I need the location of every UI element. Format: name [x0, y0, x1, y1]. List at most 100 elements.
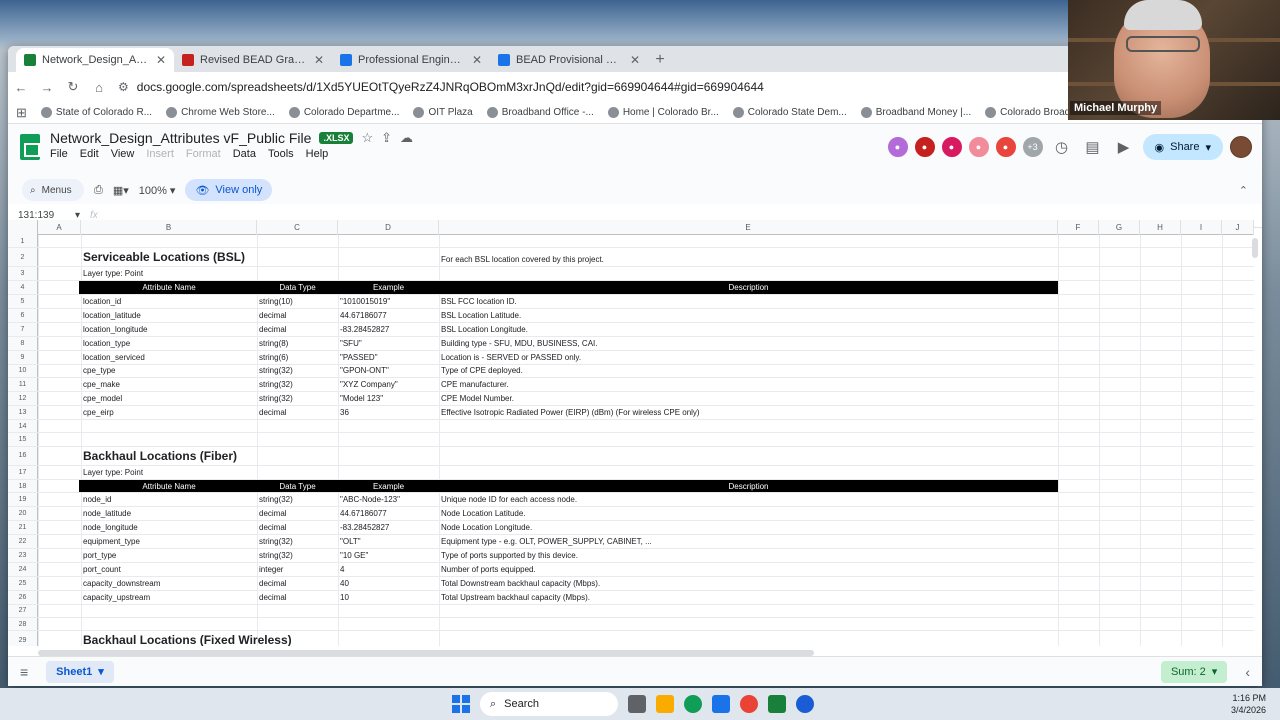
cell-e[interactable]: Number of ports equipped.	[439, 563, 1058, 576]
cell-e[interactable]: Type of CPE deployed.	[439, 365, 1058, 378]
cell-d[interactable]: 4	[338, 563, 439, 576]
column-header-h[interactable]: H	[1140, 220, 1181, 235]
row-number[interactable]: 2	[8, 248, 38, 267]
bookmark-item[interactable]: OIT Plaza	[413, 107, 473, 118]
cell-b[interactable]: node_longitude	[81, 521, 257, 534]
cell-b[interactable]: location_longitude	[81, 323, 257, 336]
cell-c[interactable]: decimal	[257, 406, 338, 419]
cell-c[interactable]: decimal	[257, 521, 338, 534]
row-number[interactable]: 21	[8, 521, 38, 535]
cell-c[interactable]: string(32)	[257, 493, 338, 506]
cell-b[interactable]: Layer type: Point	[81, 466, 257, 479]
cell-c[interactable]: integer	[257, 563, 338, 576]
row-number[interactable]: 14	[8, 420, 38, 433]
close-icon[interactable]: ✕	[630, 53, 640, 67]
cell-b[interactable]: Backhaul Locations (Fixed Wireless)	[81, 631, 292, 646]
menu-item-help[interactable]: Help	[306, 148, 329, 160]
new-tab-icon[interactable]: +	[648, 48, 672, 72]
close-icon[interactable]: ✕	[472, 53, 482, 67]
cell-d[interactable]: "PASSED"	[338, 351, 439, 364]
row-number[interactable]: 3	[8, 267, 38, 281]
star-icon[interactable]: ☆	[361, 130, 373, 146]
column-header-e[interactable]: E	[439, 220, 1058, 235]
apps-grid-icon[interactable]: ⊞	[16, 105, 27, 121]
cell-b[interactable]: location_serviced	[81, 351, 257, 364]
windows-start-icon[interactable]	[452, 695, 470, 713]
chevron-down-icon[interactable]: ▾	[98, 665, 104, 678]
collaborator-avatar[interactable]: ●	[914, 137, 935, 157]
column-header-j[interactable]: J	[1222, 220, 1254, 235]
address-input[interactable]: ⚙ docs.google.com/spreadsheets/d/1Xd5YUE…	[118, 75, 1230, 99]
document-title[interactable]: Network_Design_Attributes vF_Public File	[50, 130, 311, 146]
menu-item-tools[interactable]: Tools	[268, 148, 294, 160]
explore-panel-icon[interactable]: ‹	[1245, 664, 1250, 680]
collaborator-avatar[interactable]: ●	[995, 137, 1016, 157]
cell-e[interactable]: Effective Isotropic Radiated Power (EIRP…	[439, 406, 1058, 419]
cell-d[interactable]: "GPON-ONT"	[338, 365, 439, 378]
menu-item-data[interactable]: Data	[233, 148, 256, 160]
bookmark-item[interactable]: Colorado Departme...	[288, 107, 399, 118]
cell-e[interactable]: BSL Location Longitude.	[439, 323, 1058, 336]
cell-e[interactable]: Building type - SFU, MDU, BUSINESS, CAI.	[439, 337, 1058, 350]
row-number[interactable]: 16	[8, 446, 38, 465]
chevron-down-icon[interactable]: ▾	[1205, 141, 1211, 154]
paint-format-icon[interactable]: ▦▾	[113, 184, 129, 197]
browser-tab[interactable]: Network_Design_Attributes vF ✕	[16, 48, 174, 72]
cell-c[interactable]: string(6)	[257, 351, 338, 364]
column-header-b[interactable]: B	[81, 220, 257, 235]
cell-c[interactable]: decimal	[257, 507, 338, 520]
cell-c[interactable]: string(32)	[257, 549, 338, 562]
back-icon[interactable]: ←	[14, 80, 28, 95]
bookmark-item[interactable]: Home | Colorado Br...	[607, 107, 719, 118]
system-clock[interactable]: 1:16 PM 3/4/2026	[1231, 692, 1266, 716]
row-number[interactable]: 8	[8, 336, 38, 350]
close-icon[interactable]: ✕	[314, 53, 324, 67]
row-number[interactable]: 15	[8, 433, 38, 446]
site-info-icon[interactable]: ⚙	[118, 80, 129, 94]
menu-item-edit[interactable]: Edit	[80, 148, 99, 160]
cell-b[interactable]: port_count	[81, 563, 257, 576]
version-history-icon[interactable]: ◷	[1050, 138, 1074, 156]
browser-tab[interactable]: BEAD Provisional Grantee Onb ✕	[490, 48, 648, 72]
cell-b[interactable]: Layer type: Point	[81, 267, 257, 280]
bookmark-item[interactable]: Broadband Money |...	[860, 107, 971, 118]
menu-item-file[interactable]: File	[50, 148, 68, 160]
cell-d[interactable]: "1010015019"	[338, 295, 439, 308]
cell-b[interactable]: cpe_eirp	[81, 406, 257, 419]
row-number[interactable]: 20	[8, 507, 38, 521]
cell-e[interactable]: For each BSL location covered by this pr…	[439, 248, 1058, 266]
task-view-icon[interactable]	[628, 695, 646, 713]
column-header-i[interactable]: I	[1181, 220, 1222, 235]
collapse-menus-icon[interactable]: ⌃	[1239, 184, 1248, 197]
cell-e[interactable]: Node Location Longitude.	[439, 521, 1058, 534]
excel-icon[interactable]	[768, 695, 786, 713]
cell-d[interactable]: 44.67186077	[338, 507, 439, 520]
row-number[interactable]: 29	[8, 631, 38, 646]
taskbar-search[interactable]: ⌕ Search	[480, 692, 618, 716]
row-number[interactable]: 11	[8, 378, 38, 392]
cell-c[interactable]: decimal	[257, 309, 338, 322]
cell-e[interactable]: CPE manufacturer.	[439, 378, 1058, 391]
cell-d[interactable]: "XYZ Company"	[338, 378, 439, 391]
cell-e[interactable]: Node Location Latitude.	[439, 507, 1058, 520]
row-number[interactable]: 25	[8, 576, 38, 590]
cell-d[interactable]: 44.67186077	[338, 309, 439, 322]
home-icon[interactable]: ⌂	[92, 80, 106, 95]
cell-d[interactable]: 36	[338, 406, 439, 419]
row-number[interactable]: 7	[8, 322, 38, 336]
row-number[interactable]: 5	[8, 295, 38, 308]
row-number[interactable]: 18	[8, 479, 38, 493]
account-avatar[interactable]	[1230, 136, 1252, 158]
row-number[interactable]: 1	[8, 235, 38, 248]
cell-b[interactable]: node_latitude	[81, 507, 257, 520]
cell-c[interactable]: decimal	[257, 591, 338, 604]
cell-d[interactable]: "OLT"	[338, 535, 439, 548]
row-number[interactable]: 24	[8, 562, 38, 576]
sheets-logo-icon[interactable]	[20, 134, 40, 160]
cell-b[interactable]: cpe_make	[81, 378, 257, 391]
column-header-f[interactable]: F	[1058, 220, 1099, 235]
browser-tab[interactable]: Professional Engineer Certificat ✕	[332, 48, 490, 72]
menu-item-view[interactable]: View	[111, 148, 135, 160]
row-number[interactable]: 6	[8, 308, 38, 322]
cell-d[interactable]: -83.28452827	[338, 323, 439, 336]
